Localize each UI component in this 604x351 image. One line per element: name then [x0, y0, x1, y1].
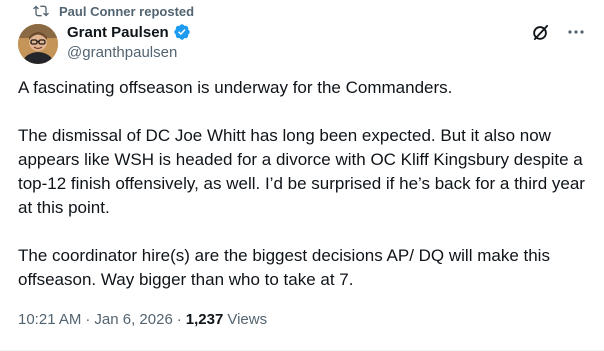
more-options-button[interactable] — [566, 22, 586, 42]
tweet-meta: 10:21 AM · Jan 6, 2026 · 1,237 Views — [18, 311, 267, 328]
meta-separator: · — [176, 311, 182, 328]
tweet-date[interactable]: Jan 6, 2026 — [94, 311, 172, 328]
avatar-image — [18, 24, 58, 64]
author-handle[interactable]: @granthpaulsen — [67, 44, 191, 61]
tweet-card[interactable]: Paul Conner reposted Grant Paulsen @gran… — [0, 0, 604, 351]
avatar[interactable] — [18, 24, 58, 64]
repost-label[interactable]: Paul Conner reposted — [59, 4, 194, 19]
tweet-text: A fascinating offseason is underway for … — [18, 76, 588, 292]
repost-icon — [33, 5, 49, 17]
tweet-paragraph: The coordinator hire(s) are the biggest … — [18, 246, 550, 289]
more-options-icon — [568, 30, 584, 34]
views-label: Views — [227, 311, 268, 328]
tweet-time[interactable]: 10:21 AM — [18, 311, 81, 328]
grok-button[interactable] — [530, 22, 550, 42]
repost-indicator[interactable]: Paul Conner reposted — [33, 2, 194, 20]
tweet-paragraph: The dismissal of DC Joe Whitt has long b… — [18, 126, 585, 217]
grok-icon — [532, 24, 548, 40]
verified-badge-icon[interactable] — [173, 23, 191, 41]
author-info: Grant Paulsen @granthpaulsen — [67, 22, 191, 61]
meta-separator: · — [85, 311, 91, 328]
tweet-top-actions — [530, 22, 586, 42]
tweet-paragraph: A fascinating offseason is underway for … — [18, 78, 453, 97]
author-display-name[interactable]: Grant Paulsen — [67, 24, 169, 41]
views-count: 1,237 — [185, 311, 224, 328]
